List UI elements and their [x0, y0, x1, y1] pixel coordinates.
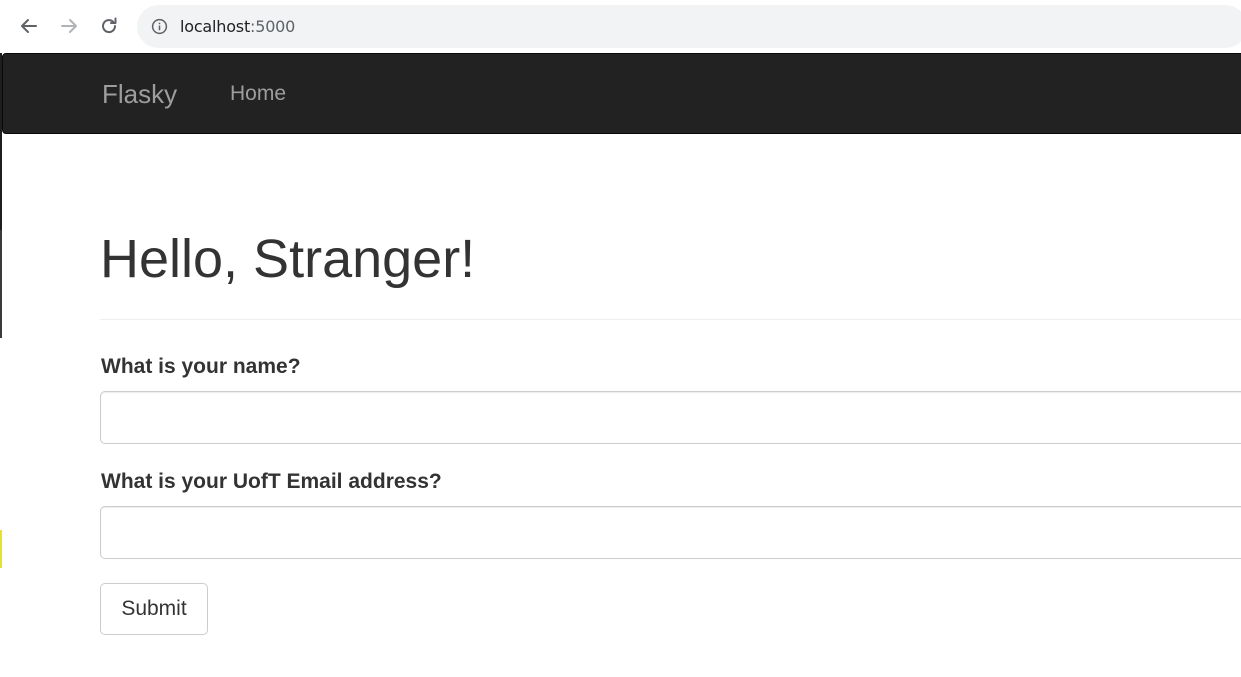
back-button[interactable]: [16, 13, 42, 39]
navbar: Flasky Home: [2, 53, 1241, 134]
edge-gray-segment: [0, 230, 2, 338]
address-bar[interactable]: localhost:5000: [137, 5, 1241, 48]
url-port: :5000: [250, 17, 296, 36]
email-label: What is your UofT Email address?: [101, 470, 442, 493]
browser-toolbar: localhost:5000: [0, 0, 1241, 53]
url-host: localhost: [180, 17, 251, 36]
reload-icon: [102, 17, 117, 34]
page-title: Hello, Stranger!: [100, 229, 476, 289]
submit-button[interactable]: Submit: [100, 583, 208, 635]
forward-button[interactable]: [56, 13, 82, 39]
info-circle-icon[interactable]: [151, 18, 168, 35]
email-input[interactable]: [100, 506, 1241, 559]
page-header: Hello, Stranger!: [100, 226, 1241, 320]
reload-button[interactable]: [96, 13, 122, 39]
navbar-brand[interactable]: Flasky: [102, 80, 177, 108]
name-input[interactable]: [100, 391, 1241, 444]
arrow-left-icon: [21, 19, 37, 33]
nav-link-home[interactable]: Home: [230, 82, 286, 106]
arrow-right-icon: [61, 19, 77, 33]
edge-yellow-segment: [0, 530, 2, 568]
url-text[interactable]: localhost:5000: [180, 17, 295, 36]
name-label: What is your name?: [101, 355, 301, 378]
